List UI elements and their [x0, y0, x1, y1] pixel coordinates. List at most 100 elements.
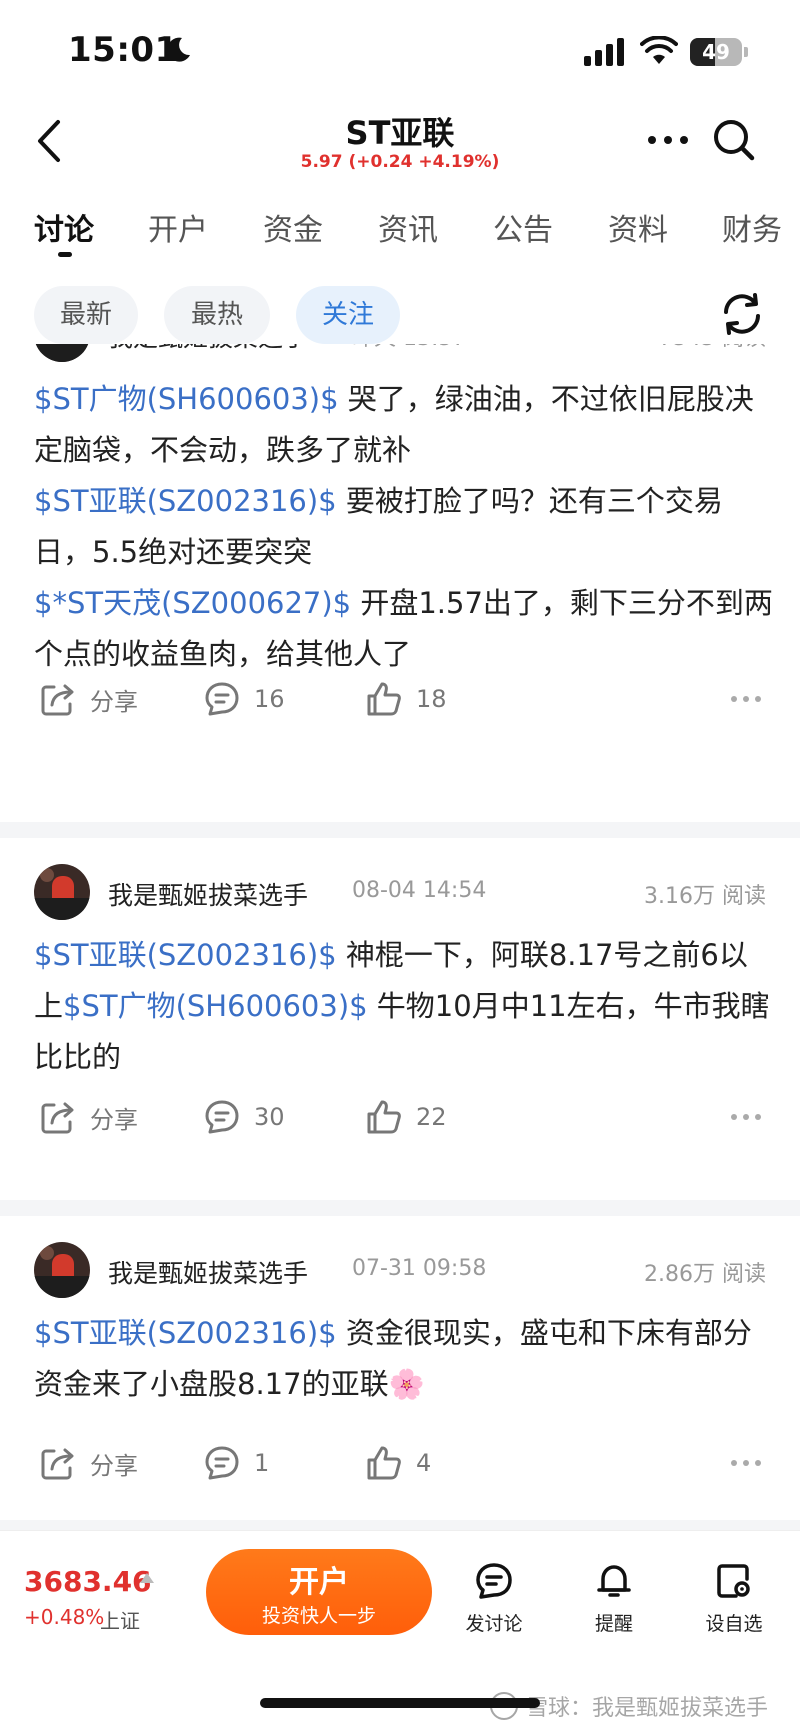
like-count: 18 — [416, 685, 447, 713]
stock-tag[interactable]: $ST广物(SH600603)$ — [34, 382, 339, 416]
stock-tag[interactable]: $ST广物(SH600603)$ — [63, 989, 368, 1023]
triangle-up-icon — [140, 1573, 154, 1583]
signal-icon — [584, 38, 624, 66]
index-change: +0.48% — [24, 1605, 105, 1629]
open-account-label: 开户 — [289, 1565, 349, 1600]
post-content[interactable]: $ST广物(SH600603)$ 哭了，绿油油，不过依旧屁股决定脑袋，不会动，跌… — [34, 374, 774, 680]
post-divider — [0, 822, 800, 838]
like-button[interactable]: 4 — [364, 1438, 431, 1488]
post-card[interactable]: 我是甄姬拔菜选手 08-04 14:54 3.16万 阅读 $ST亚联(SZ00… — [0, 838, 800, 1168]
comment-count: 30 — [254, 1103, 285, 1131]
chip-latest[interactable]: 最新 — [34, 286, 138, 344]
tab-announcements[interactable]: 公告 — [493, 205, 553, 249]
chip-hottest[interactable]: 最热 — [164, 286, 270, 344]
comment-count: 1 — [254, 1449, 270, 1477]
status-bar: 15:01 49 — [0, 0, 800, 100]
post-discussion-button[interactable]: 发讨论 — [444, 1561, 544, 1636]
filter-chips: 最新 最热 关注 — [0, 286, 800, 344]
thumbs-up-icon — [367, 682, 401, 716]
post-reads: 7545 阅读 — [659, 344, 766, 352]
post-author[interactable]: 我是甄姬拔菜选手 — [108, 344, 308, 354]
post-author[interactable]: 我是甄姬拔菜选手 — [108, 876, 308, 912]
bottom-bar: 3683.46 +0.48% 上证 开户 投资快人一步 发讨论 提醒 设自选 — [0, 1530, 800, 1650]
avatar[interactable] — [34, 1242, 90, 1298]
post-reads: 2.86万 阅读 — [644, 1262, 766, 1287]
home-indicator[interactable] — [260, 1698, 540, 1708]
post-actions: 分享 1 4 — [0, 1438, 800, 1488]
share-label: 分享 — [90, 1105, 138, 1134]
comment-icon — [205, 1100, 239, 1134]
bell-icon — [597, 1565, 631, 1597]
add-watchlist-label: 设自选 — [705, 1613, 763, 1635]
tab-profile[interactable]: 资料 — [608, 205, 668, 249]
post-content[interactable]: $ST亚联(SZ002316)$ 神棍一下，阿联8.17号之前6以上$ST广物(… — [34, 930, 774, 1083]
like-button[interactable]: 22 — [364, 1092, 447, 1142]
more-dots-icon — [731, 1114, 761, 1120]
post-card[interactable]: 我是甄姬拔菜选手 昨天 13:57 7545 阅读 $ST广物(SH600603… — [0, 344, 800, 764]
comment-count: 16 — [254, 685, 285, 713]
share-icon — [41, 1102, 74, 1134]
post-divider — [0, 1200, 800, 1216]
like-button[interactable]: 18 — [364, 674, 447, 724]
post-time: 07-31 09:58 — [352, 1256, 487, 1281]
stock-tag[interactable]: $ST亚联(SZ002316)$ — [34, 938, 337, 972]
chip-following[interactable]: 关注 — [296, 286, 400, 344]
wifi-icon — [640, 36, 678, 64]
post-more-button[interactable] — [726, 1092, 766, 1142]
comment-icon — [205, 1446, 239, 1480]
battery-indicator: 49 — [690, 38, 748, 66]
moon-icon — [167, 37, 190, 62]
reminder-label: 提醒 — [594, 1613, 633, 1635]
more-icon[interactable] — [646, 130, 690, 150]
watermark-text: 雪球：我是甄姬拔菜选手 — [526, 1696, 769, 1721]
post-feed: 我是甄姬拔菜选手 昨天 13:57 7545 阅读 $ST广物(SH600603… — [0, 344, 800, 1530]
tab-financials[interactable]: 财务 — [722, 205, 782, 249]
thumbs-up-icon — [367, 1100, 401, 1134]
stock-tag[interactable]: $ST亚联(SZ002316)$ — [34, 484, 337, 518]
index-name: 上证 — [100, 1609, 140, 1633]
share-button[interactable]: 分享 — [38, 1438, 138, 1488]
post-card[interactable]: 我是甄姬拔菜选手 07-31 09:58 2.86万 阅读 $ST亚联(SZ00… — [0, 1216, 800, 1530]
comment-button[interactable]: 30 — [202, 1092, 285, 1142]
stock-quote: 5.97 (+0.24 +4.19%) — [300, 152, 500, 172]
search-icon[interactable] — [712, 118, 756, 162]
post-actions: 分享 30 22 — [0, 1092, 800, 1142]
post-time: 昨天 13:57 — [352, 344, 466, 352]
avatar[interactable] — [34, 344, 90, 362]
tab-funds[interactable]: 资金 — [263, 205, 323, 249]
post-divider — [0, 1520, 800, 1530]
more-dots-icon — [731, 1460, 761, 1466]
tab-news[interactable]: 资讯 — [378, 205, 438, 249]
post-time: 08-04 14:54 — [352, 878, 487, 903]
tab-open-account[interactable]: 开户 — [148, 205, 208, 249]
post-author[interactable]: 我是甄姬拔菜选手 — [108, 1254, 308, 1290]
nav-header: ST亚联 5.97 (+0.24 +4.19%) — [0, 100, 800, 190]
refresh-icon[interactable] — [718, 290, 766, 338]
tab-discussion[interactable]: 讨论 — [34, 205, 94, 249]
like-count: 22 — [416, 1103, 447, 1131]
share-button[interactable]: 分享 — [38, 674, 138, 724]
post-more-button[interactable] — [726, 674, 766, 724]
more-dots-icon — [731, 696, 761, 702]
reminder-button[interactable]: 提醒 — [564, 1561, 664, 1636]
share-label: 分享 — [90, 687, 138, 716]
thumbs-up-icon — [367, 1446, 401, 1480]
comment-button[interactable]: 16 — [202, 674, 285, 724]
post-content[interactable]: $ST亚联(SZ002316)$ 资金很现实，盛屯和下床有部分资金来了小盘股8.… — [34, 1308, 774, 1410]
add-watchlist-button[interactable]: 设自选 — [684, 1561, 784, 1636]
post-reads: 3.16万 阅读 — [644, 884, 766, 909]
comment-button[interactable]: 1 — [202, 1438, 269, 1488]
share-label: 分享 — [90, 1451, 138, 1480]
post-more-button[interactable] — [726, 1438, 766, 1488]
post-discussion-label: 发讨论 — [465, 1613, 523, 1635]
tab-bar: 讨论 开户 资金 资讯 公告 资料 财务 — [0, 205, 800, 265]
flower-emoji: 🌸 — [388, 1367, 425, 1401]
stock-tag[interactable]: $*ST天茂(SZ000627)$ — [34, 586, 351, 620]
stock-tag[interactable]: $ST亚联(SZ002316)$ — [34, 1316, 337, 1350]
index-value[interactable]: 3683.46 — [24, 1565, 152, 1598]
post-actions: 分享 16 18 — [0, 674, 800, 724]
watchlist-settings-icon — [717, 1564, 750, 1598]
share-button[interactable]: 分享 — [38, 1092, 138, 1142]
open-account-button[interactable]: 开户 投资快人一步 — [206, 1549, 432, 1635]
avatar[interactable] — [34, 864, 90, 920]
